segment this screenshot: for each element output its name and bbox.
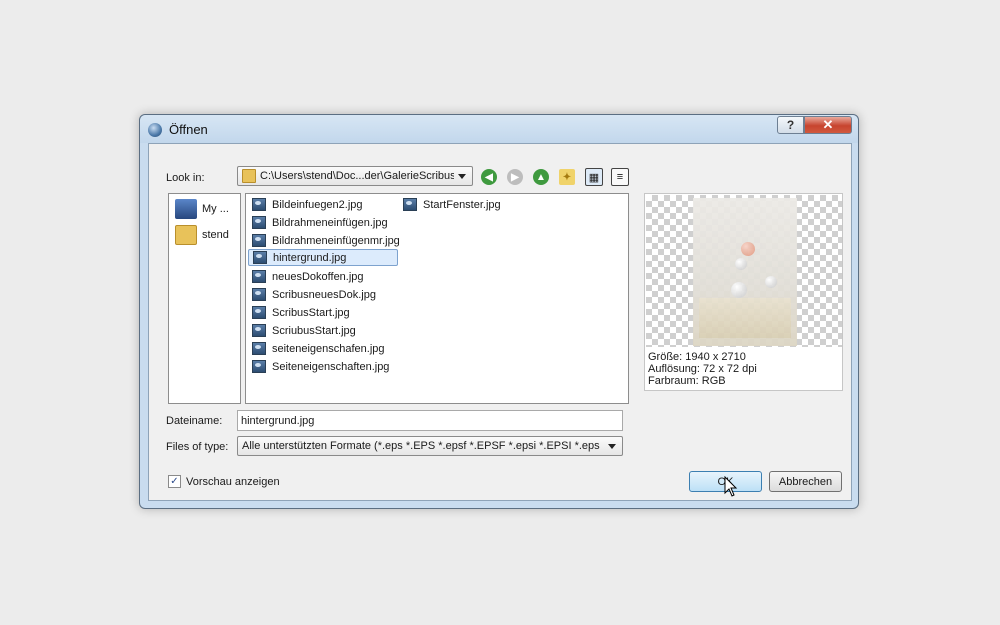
filename-label: Dateiname:: [166, 415, 223, 427]
look-in-label: Look in:: [166, 172, 205, 184]
image-file-icon: [253, 251, 267, 264]
dialog-title: Öffnen: [169, 122, 208, 137]
look-in-combo[interactable]: C:\Users\stend\Doc...der\GalerieScribus: [237, 166, 473, 186]
sidebar-item-label: My ...: [202, 203, 229, 215]
back-icon[interactable]: ◀: [481, 169, 497, 185]
close-button[interactable]: ✕: [804, 116, 852, 134]
filetype-label: Files of type:: [166, 441, 229, 453]
image-file-icon: [252, 216, 266, 229]
folder-icon: [242, 169, 256, 183]
cancel-button[interactable]: Abbrechen: [769, 471, 842, 492]
title-bar: Öffnen ? ✕: [140, 115, 858, 143]
user-folder-icon: [175, 225, 197, 245]
sidebar-item-stend[interactable]: stend: [175, 225, 229, 245]
list-item[interactable]: Bildrahmeneinfügenmr.jpg: [248, 232, 400, 249]
filetype-combo[interactable]: Alle unterstützten Formate (*.eps *.EPS …: [237, 436, 623, 456]
preview-ball: [731, 282, 747, 298]
filetype-value: Alle unterstützten Formate (*.eps *.EPS …: [242, 440, 600, 452]
image-file-icon: [252, 360, 266, 373]
forward-icon[interactable]: ▶: [507, 169, 523, 185]
show-preview-label: Vorschau anzeigen: [186, 476, 280, 488]
list-item[interactable]: Seiteneigenschaften.jpg: [248, 358, 389, 375]
preview-image: [693, 198, 797, 346]
file-list: Bildeinfuegen2.jpg Bildrahmeneinfügen.jp…: [245, 193, 629, 404]
preview-table: [699, 298, 791, 338]
look-in-path: C:\Users\stend\Doc...der\GalerieScribus: [260, 170, 454, 182]
sidebar-item-label: stend: [202, 229, 229, 241]
show-preview-checkbox[interactable]: ✓: [168, 475, 181, 488]
chevron-down-icon: [608, 443, 616, 449]
app-icon: [148, 123, 162, 137]
image-file-icon: [403, 198, 417, 211]
preview-panel: Größe: 1940 x 2710 Auflösung: 72 x 72 dp…: [644, 193, 843, 391]
help-button[interactable]: ?: [777, 116, 804, 134]
mouse-cursor-icon: [724, 476, 738, 497]
list-item[interactable]: Bildeinfuegen2.jpg: [248, 196, 363, 213]
list-item[interactable]: Bildrahmeneinfügen.jpg: [248, 214, 388, 231]
list-item[interactable]: StartFenster.jpg: [399, 196, 501, 213]
preview-ball: [765, 276, 777, 288]
preview-checkerboard: [646, 195, 842, 347]
filename-input[interactable]: hintergrund.jpg: [237, 410, 623, 431]
list-item-selected[interactable]: hintergrund.jpg: [248, 249, 398, 266]
list-item[interactable]: ScriubusStart.jpg: [248, 322, 356, 339]
list-item[interactable]: neuesDokoffen.jpg: [248, 268, 364, 285]
list-view-icon[interactable]: ≡: [611, 168, 629, 186]
detail-view-icon[interactable]: ▦: [585, 168, 603, 186]
open-dialog: Öffnen ? ✕ Look in: C:\Users\stend\Doc..…: [139, 114, 859, 509]
sidebar-panel: My ... stend: [168, 193, 241, 404]
preview-size: Größe: 1940 x 2710: [648, 351, 746, 363]
computer-icon: [175, 199, 197, 219]
list-item[interactable]: ScribusStart.jpg: [248, 304, 350, 321]
list-item[interactable]: ScribusneuesDok.jpg: [248, 286, 376, 303]
image-file-icon: [252, 198, 266, 211]
up-icon[interactable]: ▲: [533, 169, 549, 185]
image-file-icon: [252, 270, 266, 283]
chevron-down-icon: [458, 173, 466, 179]
image-file-icon: [252, 306, 266, 319]
preview-resolution: Auflösung: 72 x 72 dpi: [648, 363, 757, 375]
list-item[interactable]: seiteneigenschafen.jpg: [248, 340, 385, 357]
preview-ball: [735, 258, 747, 270]
image-file-icon: [252, 324, 266, 337]
new-folder-icon[interactable]: ✦: [559, 169, 575, 185]
image-file-icon: [252, 342, 266, 355]
sidebar-item-my-computer[interactable]: My ...: [175, 199, 229, 219]
preview-ball: [741, 242, 755, 256]
dialog-body: Look in: C:\Users\stend\Doc...der\Galeri…: [148, 143, 852, 501]
image-file-icon: [252, 288, 266, 301]
preview-colorspace: Farbraum: RGB: [648, 375, 726, 387]
image-file-icon: [252, 234, 266, 247]
